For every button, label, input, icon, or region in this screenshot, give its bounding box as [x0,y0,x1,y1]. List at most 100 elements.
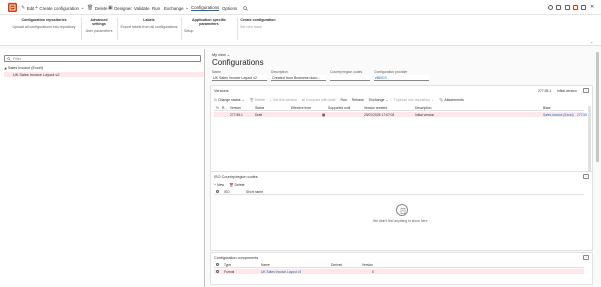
search-icon [243,5,248,11]
attachment-icon[interactable] [573,5,578,10]
connect-icon[interactable] [556,5,561,10]
empty-state-icon [396,204,408,216]
ribbon-divider [237,18,238,40]
column-header[interactable]: Version [362,263,373,267]
collapse-versions-button[interactable]: ⌃ [583,88,589,93]
cell-base-version[interactable]: 277.55 [577,113,587,117]
name-field[interactable]: UK Sales Invoice Layout v2 [212,75,267,81]
refresh-icon[interactable] [581,5,586,10]
description-field[interactable]: Created from Business docu... [271,75,326,81]
column-header[interactable]: Version created [364,106,387,110]
compare-with-draft-button[interactable]: ⇄ Compare with draft [302,98,336,102]
designer-icon: ▣ [108,5,113,11]
components-grid-header: Type Name Derived Version [214,263,584,268]
set-new-base-button[interactable]: Set new base [240,25,276,29]
iso-codes-title: ISO Country/region codes [214,175,258,179]
run-version-button[interactable]: Run [340,98,346,102]
download-icon: ⤓ [270,98,272,102]
column-header[interactable]: Effective from [291,106,311,110]
select-all-checkbox[interactable] [216,263,219,267]
designer-button[interactable]: ▣ Designer [108,5,132,11]
ribbon-group-application-parameters: Application specific parameters Setup [184,18,234,33]
column-header[interactable]: Type [224,263,231,267]
new-iso-button[interactable]: + New [214,183,224,187]
cell-version: 277.55.1 [230,112,243,117]
close-icon[interactable]: ✕ [590,5,595,10]
components-title: Configuration components [214,256,259,260]
status-icon: ↻ [214,98,217,102]
page-title: Configurations [212,58,264,67]
ribbon-group-create-configuration: Create configuration Set new base [240,18,276,29]
chevron-down-icon: ⌄ [185,5,190,11]
tab-options[interactable]: Options [222,5,237,11]
ribbon-divider [117,18,118,40]
column-header[interactable]: ISO [224,190,230,194]
bookmark-icon[interactable] [548,5,553,10]
office-icon[interactable] [565,5,570,10]
get-this-version-button[interactable]: ⤓ Get this version [270,98,297,102]
column-header[interactable]: Description [415,106,432,110]
cell-name-link[interactable]: UK Sales Invoice Layout v2 [261,270,301,274]
tree-item-root[interactable]: ◢ Sales invoice (Excel) [4,66,43,70]
my-view-selector[interactable]: My view ⌄ [212,52,230,58]
app-launcher-icon[interactable] [8,3,17,12]
upload-icon: ⤒ [393,98,396,102]
page-scrollbar[interactable] [596,52,599,162]
column-header[interactable]: Name [261,263,270,267]
attachments-button[interactable]: 📎 Attachments [439,98,464,102]
collapse-components-button[interactable]: ⌃ [583,255,589,260]
chevron-down-icon: ⌄ [385,98,389,102]
row-checkbox[interactable] [216,269,219,274]
cell-base-link[interactable]: Sales invoice (Excel) [543,113,574,117]
setup-button[interactable]: Setup [184,29,234,33]
upload-into-repository-button[interactable]: ⤒ Upload into repository ⌄ [393,98,434,102]
delete-version-button[interactable]: 🗑 Delete [249,98,265,102]
tree-item-selected[interactable]: UK Sales Invoice Layout v2 [4,72,205,77]
table-row[interactable]: Format UK Sales Invoice Layout v2 0 [214,269,584,274]
cell-type: Format [224,269,235,274]
run-button[interactable]: Run [152,5,160,11]
column-header[interactable]: Derived [331,263,342,267]
search-icon [7,56,11,61]
validate-button[interactable]: Validate [134,5,150,11]
delete-button[interactable]: 🗑 Delete [87,5,108,11]
edit-button[interactable]: ✎ Edit [21,5,34,11]
chevron-down-icon: ⌄ [80,5,85,11]
collapse-iso-button[interactable]: ⌃ [583,174,589,179]
column-header[interactable]: Base [543,106,551,110]
column-header[interactable]: Short name [246,190,263,194]
delete-iso-button[interactable]: 🗑 Delete [229,183,245,187]
collapse-ribbon-icon[interactable]: ⌃ [590,41,593,46]
table-row[interactable]: 277.55.1 Draft ▦ 29/07/2025 17:07:03 Ini… [214,112,587,117]
filter-input[interactable]: Filter [4,55,201,62]
select-all-checkbox[interactable] [216,190,219,194]
provider-field[interactable]: eBBCS [374,75,429,81]
rebase-button[interactable]: Rebase [352,98,364,102]
country-codes-field[interactable] [330,75,370,81]
refresh-grid-icon[interactable]: ↻ [216,106,219,110]
create-configuration-button[interactable]: + Create configuration ⌄ [35,5,85,11]
cell-status: Draft [255,112,263,117]
chevron-down-icon: ⌄ [226,53,230,57]
search-button[interactable] [243,5,248,11]
column-header[interactable]: Version [230,106,241,110]
calendar-icon[interactable]: ▦ [322,113,325,117]
iso-grid-header: ISO Short name [214,190,584,195]
configuration-tree-pane: Filter ◢ Sales invoice (Excel) UK Sales … [0,49,205,287]
user-parameters-button[interactable]: User parameters [84,29,114,33]
column-header[interactable]: Status [255,106,264,110]
ribbon-group-advanced-settings: Advanced settings User parameters [84,18,114,33]
trash-icon: 🗑 [87,5,94,11]
cell-version-created: 29/07/2025 17:07:03 [364,112,395,117]
export-labels-button[interactable]: Export labels from all configurations [120,25,178,29]
column-header[interactable]: R... [222,106,227,110]
exchange-button[interactable]: Exchange ⌄ [164,5,189,11]
change-status-button[interactable]: ↻ Change status ⌄ [214,98,244,102]
trash-icon: 🗑 [229,183,234,187]
upload-all-configurations-button[interactable]: Upload all configurations into repositor… [8,25,80,29]
tab-configurations[interactable]: Configurations [191,5,220,11]
column-header[interactable]: Supported until [328,106,350,110]
exchange-version-button[interactable]: Exchange ⌄ [369,98,389,102]
configuration-details: My view ⌄ Configurations Name UK Sales In… [206,49,595,287]
pane-splitter[interactable] [204,49,205,287]
